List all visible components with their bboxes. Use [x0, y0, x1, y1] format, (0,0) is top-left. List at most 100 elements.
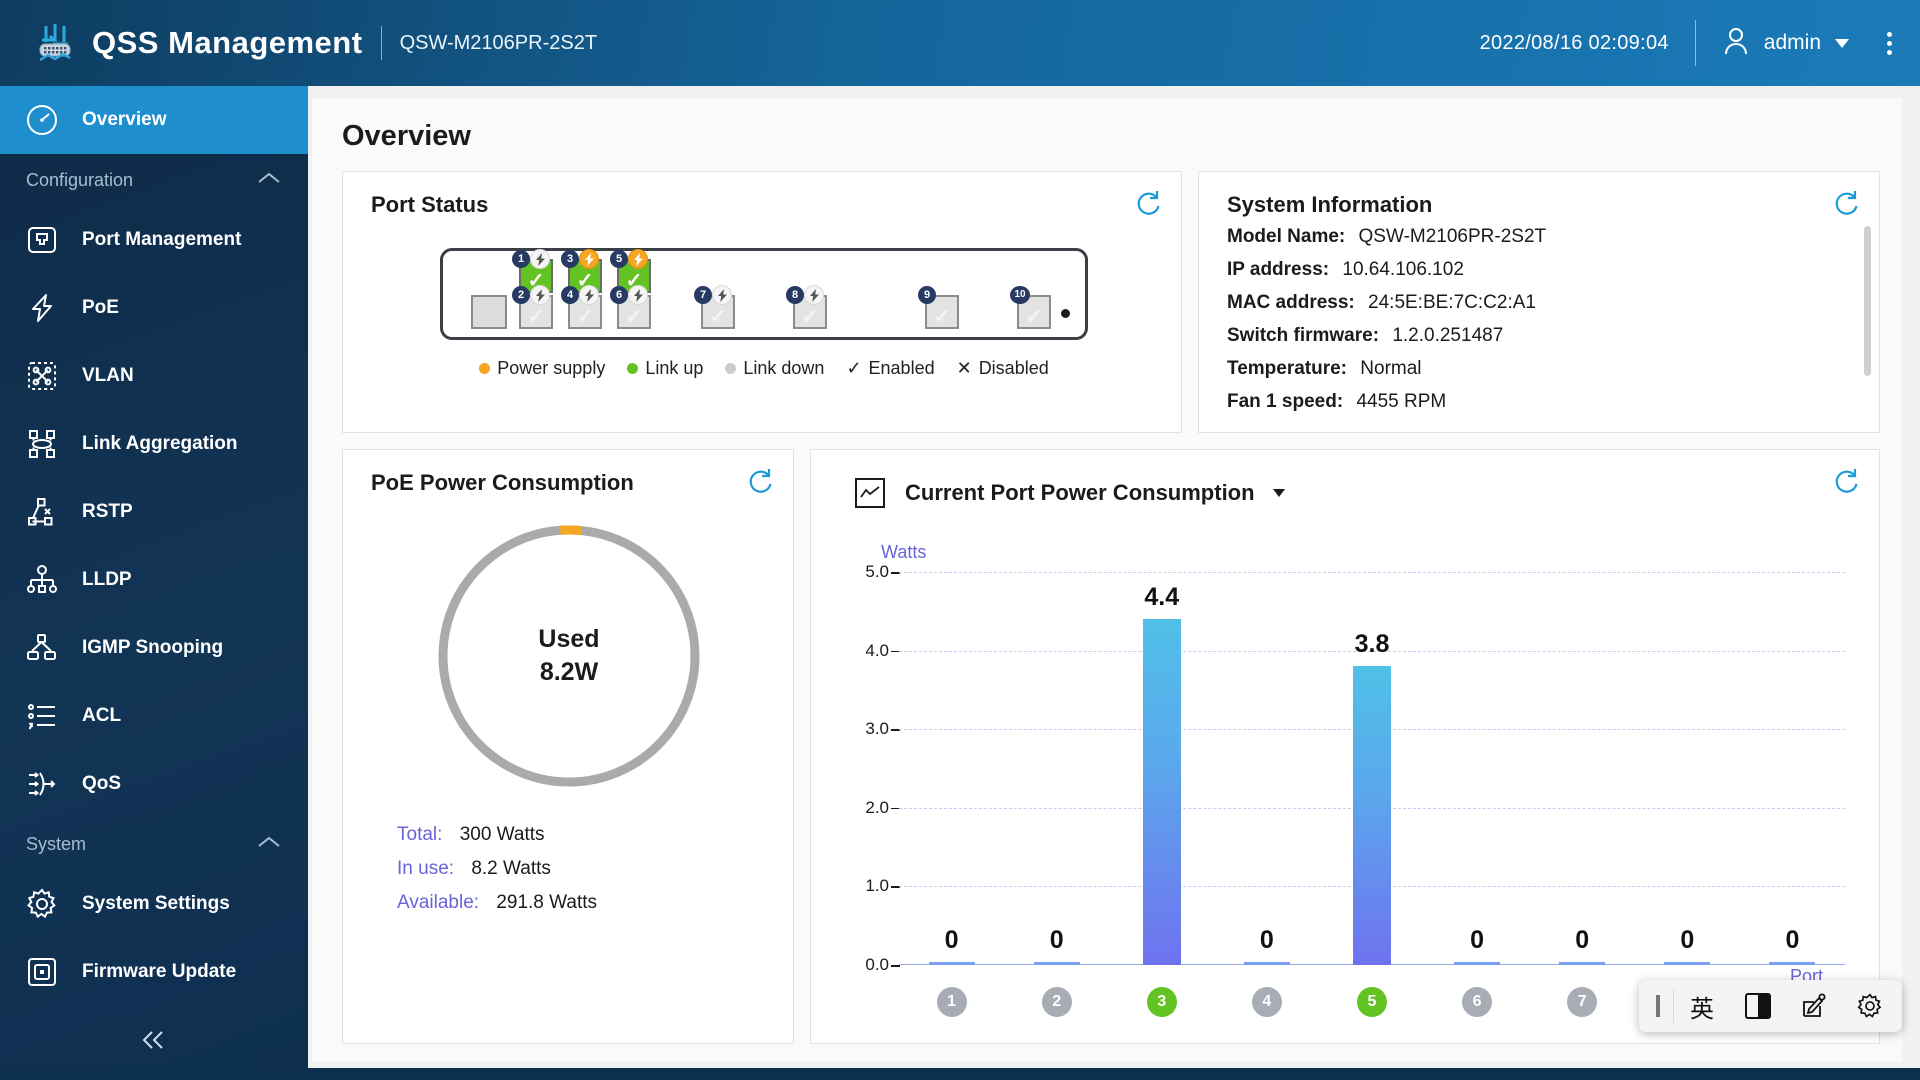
port-enabled-check-icon: ✓	[801, 306, 819, 328]
app-body: Overview Configuration Port Management P…	[0, 86, 1920, 1080]
poe-donut-chart: Used 8.2W	[435, 522, 703, 790]
y-tick: 2.0	[865, 797, 900, 817]
sidebar-item-label: Link Aggregation	[82, 433, 238, 454]
x-tick-port[interactable]: 1	[936, 987, 967, 1017]
sidebar-item-qos[interactable]: QoS	[0, 750, 308, 818]
sysinfo-value: 10.64.106.102	[1342, 259, 1464, 280]
bar[interactable]: 0	[1033, 926, 1080, 965]
x-tick-port[interactable]: 2	[1041, 987, 1072, 1017]
system-information-title: System Information	[1227, 192, 1433, 217]
sidebar-item-link-aggregation[interactable]: Link Aggregation	[0, 410, 308, 478]
poe-stat-available: Available: 291.8 Watts	[397, 892, 767, 914]
sidebar-item-acl[interactable]: ACL	[0, 682, 308, 750]
poe-donut-center: Used 8.2W	[435, 522, 703, 790]
bar[interactable]: 0	[1664, 926, 1711, 965]
sidebar-item-overview[interactable]: Overview	[0, 86, 308, 154]
sidebar-item-igmp-snooping[interactable]: IGMP Snooping	[0, 614, 308, 682]
bar[interactable]: 0	[928, 926, 975, 965]
bar-slot: 3.8	[1319, 572, 1424, 965]
legend-power-supply: Power supply	[479, 358, 605, 379]
page-title: Overview	[342, 120, 471, 152]
igmp-snooping-icon	[22, 628, 62, 668]
refresh-icon[interactable]	[1831, 466, 1861, 496]
refresh-icon[interactable]	[1831, 188, 1861, 218]
sidebar-group-label: System	[26, 833, 87, 854]
bar[interactable]: 0	[1243, 926, 1290, 965]
gauge-icon	[22, 100, 62, 140]
sidebar-item-rstp[interactable]: RSTP	[0, 478, 308, 546]
bar-slot: 0	[1530, 572, 1635, 965]
x-tick-port[interactable]: 5	[1356, 987, 1387, 1017]
legend-label: Enabled	[868, 358, 935, 378]
poe-bolt-icon	[579, 249, 599, 269]
gear-icon[interactable]	[1842, 980, 1898, 1032]
poe-stat-label: In use:	[397, 858, 455, 879]
bar-value-label: 0	[1049, 926, 1064, 954]
sysinfo-key: Switch firmware:	[1227, 325, 1380, 346]
lldp-tree-icon	[22, 560, 62, 600]
lightning-bolt-icon	[22, 288, 62, 328]
x-slot: 3	[1109, 987, 1214, 1017]
bar[interactable]: 4.4	[1142, 583, 1181, 965]
acl-list-icon	[22, 696, 62, 736]
sidebar-item-vlan[interactable]: VLAN	[0, 342, 308, 410]
x-tick-port[interactable]: 3	[1146, 987, 1177, 1017]
poe-bolt-icon	[530, 285, 550, 305]
sidebar-item-system-settings[interactable]: System Settings	[0, 870, 308, 938]
poe-stat-value: 8.2 Watts	[471, 858, 551, 879]
x-tick-port[interactable]: 4	[1251, 987, 1282, 1017]
x-slot: 5	[1319, 987, 1424, 1017]
status-led-dot	[1061, 309, 1070, 318]
port-2[interactable]: ✓ 2	[512, 285, 553, 329]
port-4[interactable]: ✓ 4	[561, 285, 602, 329]
port-9[interactable]: ✓ 9	[918, 286, 959, 329]
bar-slot: 0	[1214, 572, 1319, 965]
bar-value-label: 3.8	[1354, 630, 1390, 659]
legend-label: Link up	[645, 358, 704, 378]
port-enabled-check-icon: ✓	[625, 306, 643, 328]
chart-y-axis-title: Watts	[881, 542, 927, 562]
bar[interactable]: 0	[1454, 926, 1501, 965]
port-power-chart-card: Current Port Power Consumption Watts 5.0…	[810, 449, 1880, 1044]
port-number: 8	[786, 286, 804, 304]
qnap-switch-logo-icon	[32, 20, 78, 66]
ime-language-button[interactable]: 英	[1674, 980, 1730, 1032]
port-8[interactable]: ✓ 8	[786, 285, 827, 329]
legend-link-down: Link down	[725, 358, 824, 379]
port-enabled-check-icon: ✓	[527, 306, 545, 328]
bar[interactable]: 3.8	[1352, 630, 1391, 965]
bar[interactable]: 0	[1559, 926, 1606, 965]
poe-stats: Total: 300 Watts In use: 8.2 Watts Avail…	[371, 824, 767, 914]
system-information-scrollbar[interactable]	[1864, 226, 1871, 376]
poe-bolt-icon	[579, 285, 599, 305]
sidebar-item-port-management[interactable]: Port Management	[0, 206, 308, 274]
refresh-icon[interactable]	[745, 466, 775, 496]
user-menu[interactable]: admin	[1722, 26, 1849, 61]
legend-dot	[725, 363, 737, 374]
header-divider-2	[1694, 20, 1696, 66]
ime-toolbar[interactable]: 英	[1639, 980, 1902, 1032]
ime-pen-icon[interactable]	[1786, 980, 1842, 1032]
bottom-row: PoE Power Consumption Used 8.2W Total: 3…	[342, 449, 1880, 1044]
bar[interactable]: 0	[1769, 926, 1816, 965]
x-tick-port[interactable]: 6	[1462, 987, 1493, 1017]
kebab-menu-icon[interactable]	[1883, 28, 1896, 59]
sidebar-item-firmware-update[interactable]: Firmware Update	[0, 938, 308, 1006]
sysinfo-value: 1.2.0.251487	[1392, 325, 1504, 346]
port-7[interactable]: ✓ 7	[694, 285, 735, 329]
sysinfo-value: 4455 RPM	[1356, 391, 1447, 412]
x-tick-port[interactable]: 7	[1567, 987, 1598, 1017]
legend-enabled: ✓ Enabled	[846, 358, 934, 379]
sidebar-item-lldp[interactable]: LLDP	[0, 546, 308, 614]
sidebar-group-system[interactable]: System	[0, 818, 308, 870]
port-number: 5	[610, 250, 628, 268]
sidebar-item-poe[interactable]: PoE	[0, 274, 308, 342]
port-10[interactable]: ✓ 10	[1010, 286, 1051, 329]
content-surface: Overview Port Status ✓ 1 ✓ 3 ✓ 5 ✓ 2 ✓ 4…	[312, 98, 1902, 1062]
sidebar-group-configuration[interactable]: Configuration	[0, 154, 308, 206]
refresh-icon[interactable]	[1133, 188, 1163, 218]
half-width-toggle-icon[interactable]	[1730, 980, 1786, 1032]
chart-type-select[interactable]: Current Port Power Consumption	[905, 480, 1285, 506]
port-6[interactable]: ✓ 6	[610, 285, 651, 329]
app-header: QSS Management QSW-M2106PR-2S2T 2022/08/…	[0, 0, 1920, 86]
